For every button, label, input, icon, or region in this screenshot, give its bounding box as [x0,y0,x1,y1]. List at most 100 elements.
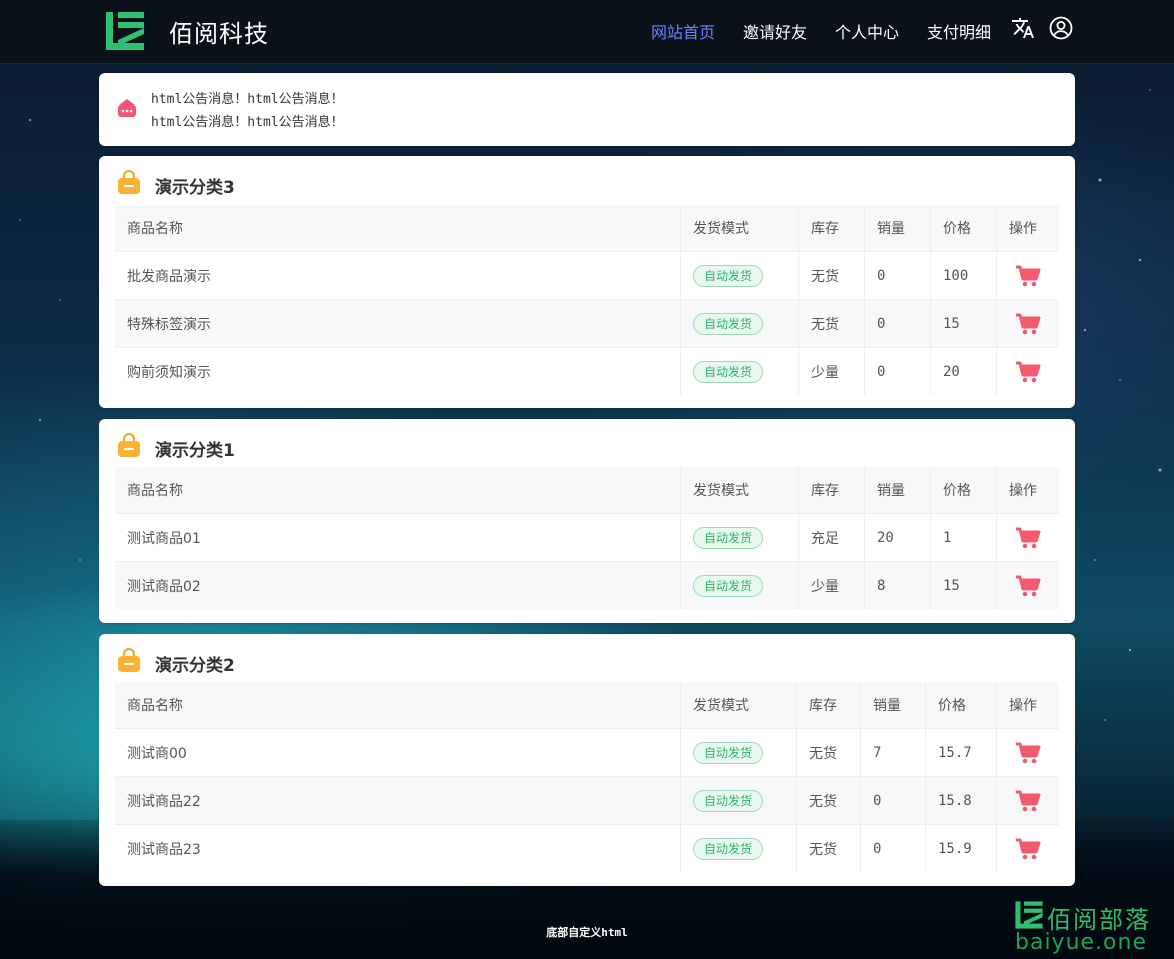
cart-icon[interactable] [1015,360,1041,384]
category-title: 演示分类3 [155,178,235,198]
sales-count: 0 [864,251,931,300]
col-price: 价格 [930,467,997,514]
shopping-bag-icon [118,648,140,672]
product-name[interactable]: 测试商品01 [115,513,681,562]
table-header-row: 商品名称 发货模式 库存 销量 价格 操作 [115,467,1059,514]
cart-icon[interactable] [1015,312,1041,336]
nav-profile[interactable]: 个人中心 [835,19,899,43]
nav-payments[interactable]: 支付明细 [927,19,991,43]
col-stock: 库存 [798,205,865,252]
cart-icon[interactable] [1015,789,1041,813]
col-price: 价格 [925,682,997,729]
watermark-logo-icon [1015,901,1043,929]
col-mode: 发货模式 [680,205,799,252]
cart-icon[interactable] [1015,837,1041,861]
sales-count: 8 [864,561,931,609]
table-row[interactable]: 测试商品02 自动发货 少量 8 15 [115,561,1059,609]
delivery-mode-badge: 自动发货 [693,264,764,287]
shopping-bag-icon [118,433,140,457]
delivery-mode-badge: 自动发货 [693,837,764,860]
announcement-card: html公告消息！html公告消息！ html公告消息！html公告消息！ [99,73,1075,146]
announcement-line: html公告消息！html公告消息！ [151,115,344,130]
nav-home[interactable]: 网站首页 [651,19,715,43]
product-name[interactable]: 测试商00 [115,728,681,777]
announcement-line: html公告消息！html公告消息！ [151,92,344,107]
col-action: 操作 [996,682,1059,729]
delivery-mode-badge: 自动发货 [693,526,764,549]
product-name[interactable]: 测试商品22 [115,776,681,825]
category-card: 演示分类2 商品名称 发货模式 库存 销量 价格 操作 测试商00 自动发货 无… [99,634,1075,886]
delivery-mode-badge: 自动发货 [693,360,764,383]
price: 15 [930,561,997,609]
col-name: 商品名称 [115,467,681,514]
footer-text: 底部自定义html [546,926,628,939]
delivery-mode-badge: 自动发货 [693,312,764,335]
col-action: 操作 [996,205,1059,252]
col-stock: 库存 [798,467,865,514]
product-table: 商品名称 发货模式 库存 销量 价格 操作 测试商00 自动发货 无货 7 15… [115,682,1059,872]
delivery-mode-badge: 自动发货 [693,789,764,812]
category-card: 演示分类3 商品名称 发货模式 库存 销量 价格 操作 批发商品演示 自动发货 … [99,156,1075,408]
price: 15.8 [925,776,997,825]
product-table: 商品名称 发货模式 库存 销量 价格 操作 测试商品01 自动发货 充足 20 … [115,467,1059,609]
cart-icon[interactable] [1015,741,1041,765]
stock-status: 少量 [798,347,865,395]
product-name[interactable]: 测试商品23 [115,824,681,872]
announcement-text: html公告消息！html公告消息！ html公告消息！html公告消息！ [151,88,344,134]
delivery-mode-badge: 自动发货 [693,574,764,597]
brand-name[interactable]: 佰阅科技 [169,14,269,49]
sales-count: 0 [864,299,931,348]
top-navbar: 佰阅科技 网站首页 邀请好友 个人中心 支付明细 [0,0,1174,64]
stock-status: 无货 [798,251,865,300]
stock-status: 无货 [796,728,861,777]
price: 15.9 [925,824,997,872]
category-card: 演示分类1 商品名称 发货模式 库存 销量 价格 操作 测试商品01 自动发货 … [99,419,1075,623]
shopping-bag-icon [118,170,140,194]
table-row[interactable]: 批发商品演示 自动发货 无货 0 100 [115,251,1059,300]
col-stock: 库存 [796,682,861,729]
cart-icon[interactable] [1015,526,1041,550]
table-row[interactable]: 购前须知演示 自动发货 少量 0 20 [115,347,1059,395]
sales-count: 0 [864,347,931,395]
watermark-url: baiyue.one [1015,930,1147,955]
price: 1 [930,513,997,562]
col-name: 商品名称 [115,205,681,252]
category-title: 演示分类1 [155,441,235,461]
sales-count: 20 [864,513,931,562]
product-name[interactable]: 购前须知演示 [115,347,681,395]
price: 20 [930,347,997,395]
nav-invite[interactable]: 邀请好友 [743,19,807,43]
col-sales: 销量 [860,682,926,729]
stock-status: 无货 [798,299,865,348]
user-account-icon[interactable] [1049,16,1073,40]
product-table: 商品名称 发货模式 库存 销量 价格 操作 批发商品演示 自动发货 无货 0 1… [115,205,1059,395]
announcement-icon [118,99,136,117]
table-row[interactable]: 测试商品01 自动发货 充足 20 1 [115,513,1059,562]
col-sales: 销量 [864,205,931,252]
table-row[interactable]: 测试商00 自动发货 无货 7 15.7 [115,728,1059,777]
col-name: 商品名称 [115,682,681,729]
sales-count: 7 [860,728,926,777]
stock-status: 充足 [798,513,865,562]
price: 100 [930,251,997,300]
product-name[interactable]: 批发商品演示 [115,251,681,300]
stock-status: 无货 [796,776,861,825]
category-title: 演示分类2 [155,656,235,676]
brand-logo-icon[interactable] [104,10,146,52]
product-name[interactable]: 特殊标签演示 [115,299,681,348]
sales-count: 0 [860,776,926,825]
table-header-row: 商品名称 发货模式 库存 销量 价格 操作 [115,682,1059,729]
sales-count: 0 [860,824,926,872]
translate-icon[interactable] [1011,16,1035,40]
table-row[interactable]: 测试商品22 自动发货 无货 0 15.8 [115,776,1059,825]
price: 15 [930,299,997,348]
stock-status: 无货 [796,824,861,872]
table-row[interactable]: 测试商品23 自动发货 无货 0 15.9 [115,824,1059,872]
cart-icon[interactable] [1015,574,1041,598]
table-row[interactable]: 特殊标签演示 自动发货 无货 0 15 [115,299,1059,348]
product-name[interactable]: 测试商品02 [115,561,681,609]
col-mode: 发货模式 [680,467,799,514]
col-price: 价格 [930,205,997,252]
cart-icon[interactable] [1015,264,1041,288]
stock-status: 少量 [798,561,865,609]
